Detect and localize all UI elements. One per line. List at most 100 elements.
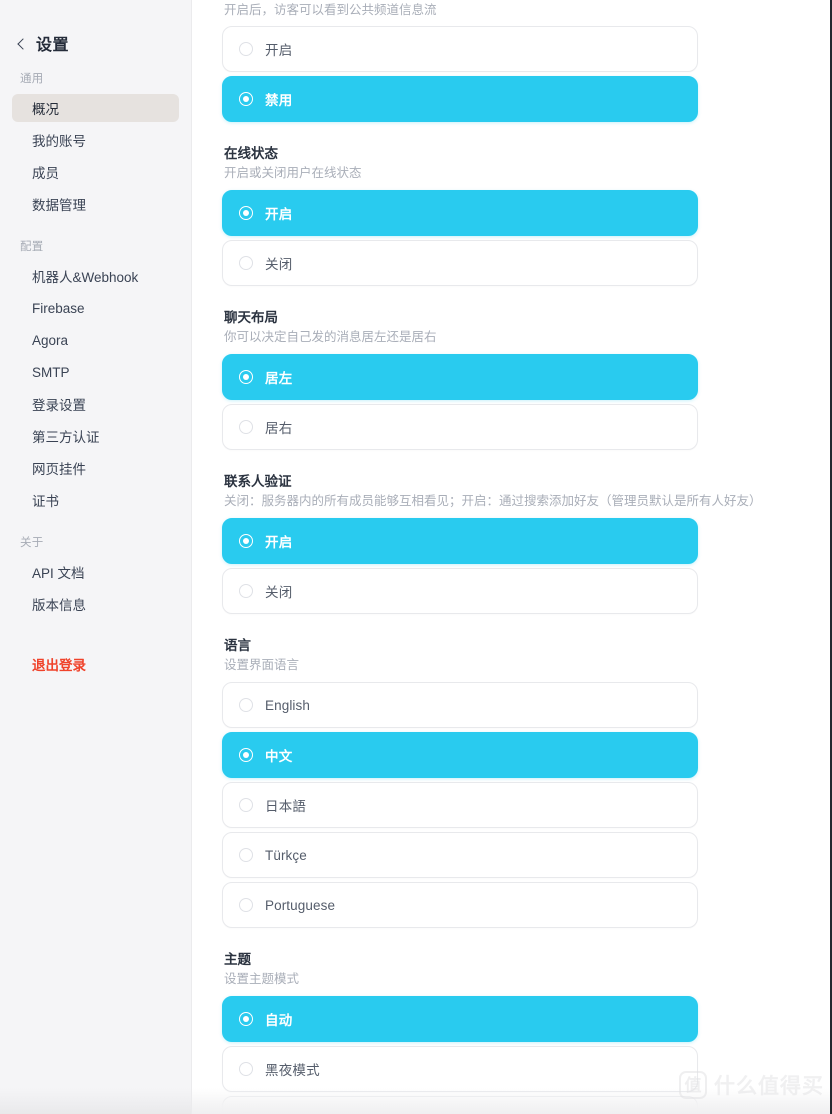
- option-label: English: [265, 697, 310, 713]
- settings-window: 设置 通用 概况 我的账号 成员 数据管理 配置 机器人&Webhook Fir…: [0, 0, 832, 1114]
- option-row[interactable]: 关闭: [222, 568, 698, 614]
- chevron-left-icon[interactable]: [16, 39, 26, 49]
- radio-icon[interactable]: [239, 848, 253, 862]
- option-label: 禁用: [265, 93, 293, 108]
- section-title: 语言: [224, 638, 251, 653]
- sidebar-group-label: 关于: [20, 537, 44, 549]
- option-label: 关闭: [265, 585, 293, 600]
- sidebar-item-wrap: API 文档: [0, 556, 191, 588]
- sidebar-bottom-fade: [0, 1088, 191, 1114]
- sidebar-item-wrap: 数据管理: [0, 188, 191, 220]
- option-row[interactable]: 中文: [222, 732, 698, 778]
- option-label: 黑夜模式: [265, 1063, 320, 1078]
- option-row[interactable]: 居右: [222, 404, 698, 450]
- sidebar-item-overview[interactable]: 概况: [12, 94, 179, 122]
- sidebar-item-wrap: 登录设置: [0, 388, 191, 420]
- sidebar-item-bot-webhook[interactable]: 机器人&Webhook: [12, 262, 179, 290]
- radio-icon-selected[interactable]: [239, 92, 253, 106]
- radio-icon[interactable]: [239, 1062, 253, 1076]
- section-online-status: 在线状态 开启或关闭用户在线状态 开启 关闭: [222, 144, 698, 286]
- sidebar-item-wrap: SMTP: [0, 356, 191, 388]
- radio-icon-selected[interactable]: [239, 206, 253, 220]
- sidebar-item-third-party-auth[interactable]: 第三方认证: [12, 422, 179, 450]
- watermark-text: 什么值得买: [714, 1075, 824, 1098]
- sidebar-item-login-settings[interactable]: 登录设置: [12, 390, 179, 418]
- option-label: 居左: [265, 371, 293, 386]
- sidebar-item-certificate[interactable]: 证书: [12, 486, 179, 514]
- option-label: 白天模式: [265, 1109, 320, 1114]
- section-title: 聊天布局: [224, 310, 278, 325]
- sidebar-item-wrap: 概况: [0, 92, 191, 124]
- sidebar-item-data-management[interactable]: 数据管理: [12, 190, 179, 218]
- logout-wrap: 退出登录: [0, 650, 191, 678]
- radio-icon[interactable]: [239, 42, 253, 56]
- sidebar-item-web-widget[interactable]: 网页挂件: [12, 454, 179, 482]
- sidebar-group-about: 关于 API 文档 版本信息: [0, 534, 191, 620]
- section-title: 主题: [224, 952, 251, 967]
- radio-icon[interactable]: [239, 898, 253, 912]
- option-row[interactable]: 开启: [222, 518, 698, 564]
- sidebar-item-api-docs[interactable]: API 文档: [12, 558, 179, 586]
- option-label: Türkçe: [265, 847, 307, 863]
- option-row[interactable]: Portuguese: [222, 882, 698, 928]
- section-theme: 主题 设置主题模式 自动 黑夜模式 白天模式: [222, 950, 698, 1114]
- option-row[interactable]: 禁用: [222, 76, 698, 122]
- section-description: 设置主题模式: [224, 972, 300, 986]
- option-row[interactable]: 居左: [222, 354, 698, 400]
- settings-scroll-area[interactable]: 开启后，访客可以看到公共频道信息流 开启 禁用 在线状态 开启或关闭用户在线状态…: [222, 0, 762, 1114]
- option-row[interactable]: Türkçe: [222, 832, 698, 878]
- sidebar-header: 设置: [0, 0, 191, 60]
- sidebar-group-label: 通用: [20, 73, 44, 85]
- option-row[interactable]: 日本語: [222, 782, 698, 828]
- option-label: Portuguese: [265, 897, 336, 913]
- sidebar-item-firebase[interactable]: Firebase: [12, 294, 179, 322]
- section-description: 开启或关闭用户在线状态: [224, 166, 362, 180]
- settings-sidebar: 设置 通用 概况 我的账号 成员 数据管理 配置 机器人&Webhook Fir…: [0, 0, 192, 1114]
- option-row[interactable]: English: [222, 682, 698, 728]
- sidebar-group-label: 配置: [20, 241, 44, 253]
- option-label: 开启: [265, 43, 293, 58]
- sidebar-item-agora[interactable]: Agora: [12, 326, 179, 354]
- option-label: 居右: [265, 421, 293, 436]
- option-row[interactable]: 开启: [222, 26, 698, 72]
- option-row[interactable]: 黑夜模式: [222, 1046, 698, 1092]
- radio-icon[interactable]: [239, 698, 253, 712]
- sidebar-item-wrap: 第三方认证: [0, 420, 191, 452]
- option-label: 开启: [265, 535, 293, 550]
- option-label: 自动: [265, 1013, 293, 1028]
- sidebar-item-wrap: Firebase: [0, 292, 191, 324]
- sidebar-item-wrap: 我的账号: [0, 124, 191, 156]
- sidebar-item-wrap: 版本信息: [0, 588, 191, 620]
- sidebar-item-wrap: 机器人&Webhook: [0, 260, 191, 292]
- section-description: 关闭：服务器内的所有成员能够互相看见；开启：通过搜索添加好友（管理员默认是所有人…: [224, 494, 762, 508]
- logout-button[interactable]: 退出登录: [12, 650, 179, 678]
- section-chat-layout: 聊天布局 你可以决定自己发的消息居左还是居右 居左 居右: [222, 308, 698, 450]
- radio-icon[interactable]: [239, 256, 253, 270]
- sidebar-item-my-account[interactable]: 我的账号: [12, 126, 179, 154]
- sidebar-item-smtp[interactable]: SMTP: [12, 358, 179, 386]
- sidebar-item-version-info[interactable]: 版本信息: [12, 590, 179, 618]
- sidebar-group-configuration: 配置 机器人&Webhook Firebase Agora SMTP 登录设置 …: [0, 238, 191, 516]
- option-row[interactable]: 自动: [222, 996, 698, 1042]
- radio-icon[interactable]: [239, 798, 253, 812]
- option-row[interactable]: 关闭: [222, 240, 698, 286]
- sidebar-item-wrap: Agora: [0, 324, 191, 356]
- sidebar-item-wrap: 成员: [0, 156, 191, 188]
- sidebar-item-members[interactable]: 成员: [12, 158, 179, 186]
- section-title: 联系人验证: [224, 474, 292, 489]
- site-watermark: 值 什么值得买: [679, 1070, 824, 1100]
- visitor-feed-description: 开启后，访客可以看到公共频道信息流: [224, 3, 437, 17]
- radio-icon-selected[interactable]: [239, 748, 253, 762]
- section-contact-verification: 联系人验证 关闭：服务器内的所有成员能够互相看见；开启：通过搜索添加好友（管理员…: [222, 472, 762, 614]
- option-row[interactable]: 开启: [222, 190, 698, 236]
- radio-icon-selected[interactable]: [239, 534, 253, 548]
- section-title: 在线状态: [224, 146, 278, 161]
- radio-icon-selected[interactable]: [239, 370, 253, 384]
- radio-icon-selected[interactable]: [239, 1012, 253, 1026]
- sidebar-item-wrap: 证书: [0, 484, 191, 516]
- section-description: 你可以决定自己发的消息居左还是居右: [224, 330, 437, 344]
- option-row[interactable]: 白天模式: [222, 1096, 698, 1114]
- sidebar-item-wrap: 网页挂件: [0, 452, 191, 484]
- radio-icon[interactable]: [239, 584, 253, 598]
- radio-icon[interactable]: [239, 420, 253, 434]
